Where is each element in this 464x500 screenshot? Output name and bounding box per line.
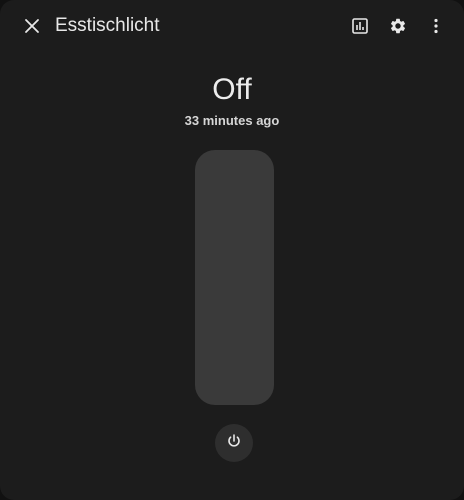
power-button[interactable] [215, 424, 253, 462]
history-chart-icon [351, 17, 369, 35]
dialog-header: Esstischlicht [0, 0, 464, 52]
light-toggle-switch[interactable] [195, 150, 274, 405]
gear-icon [389, 17, 407, 35]
close-icon [24, 18, 40, 34]
history-button[interactable] [342, 8, 378, 44]
close-button[interactable] [14, 8, 50, 44]
last-changed: 33 minutes ago [184, 113, 280, 128]
power-icon [226, 433, 242, 454]
more-info-dialog: Esstischlicht Off 33 minutes ago [0, 0, 464, 500]
dialog-title: Esstischlicht [55, 15, 160, 36]
entity-state: Off [212, 73, 252, 106]
more-options-button[interactable] [418, 8, 454, 44]
settings-button[interactable] [380, 8, 416, 44]
more-vert-icon [427, 17, 445, 35]
